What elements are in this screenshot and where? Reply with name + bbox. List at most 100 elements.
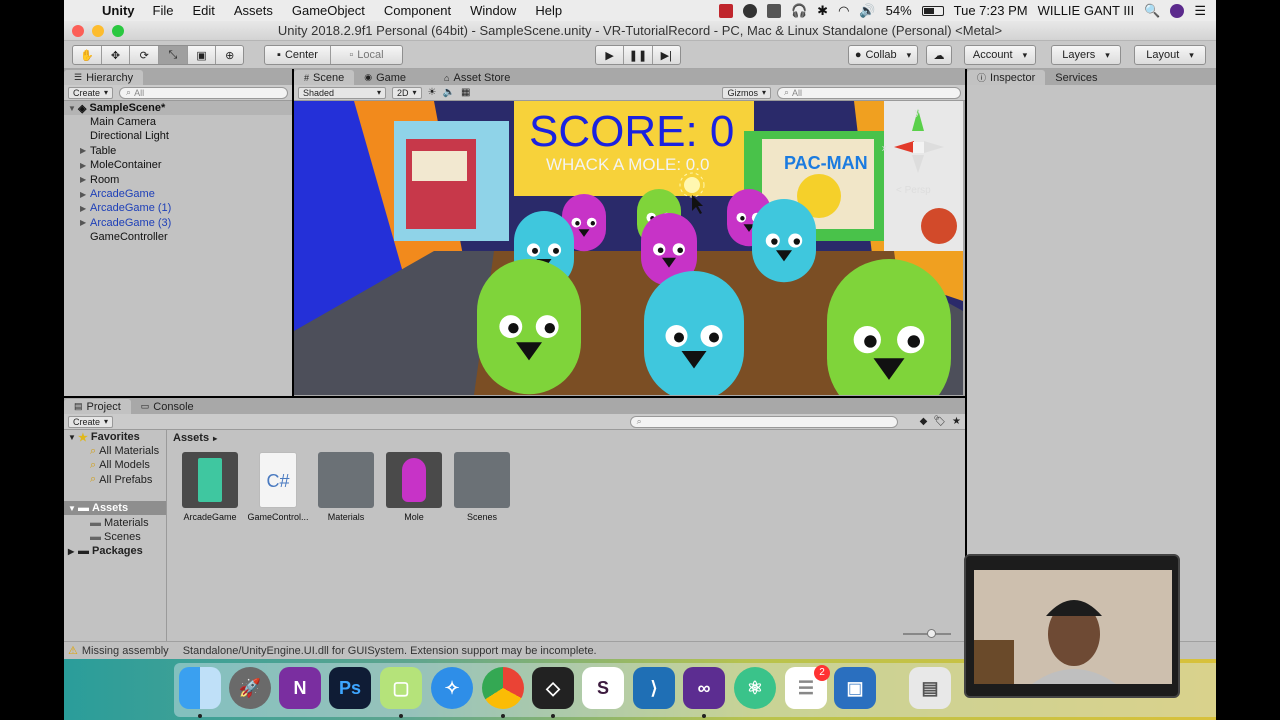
scene-viewport[interactable]: PAC-MAN SCORE: 0 WHACK A MOLE: 0.0 y x <… [294, 101, 963, 395]
persp-label[interactable]: < Persp [896, 185, 931, 196]
battery-icon[interactable] [921, 5, 944, 16]
pause-icon[interactable]: ❚❚ [624, 46, 653, 64]
messages-icon[interactable]: ▢ [380, 667, 422, 709]
asset-subfolder[interactable]: ▬ Materials [64, 516, 166, 530]
menu-file[interactable]: File [153, 3, 174, 18]
asset-subfolder[interactable]: ▬ Scenes [64, 530, 166, 544]
expand-arrow-icon[interactable]: ▶ [80, 175, 90, 184]
layers-dropdown[interactable]: Layers [1051, 45, 1121, 65]
filter-by-type-icon[interactable]: ◆ [920, 416, 928, 427]
tab-services[interactable]: Services [1045, 70, 1107, 85]
hierarchy-item[interactable]: ▶ ArcadeGame [64, 187, 292, 201]
pivot-center-button[interactable]: ▪ Center [265, 46, 331, 64]
record-status-icon[interactable] [718, 3, 733, 18]
hierarchy-item[interactable]: ▶ MoleContainer [64, 158, 292, 172]
asset-item[interactable]: Scenes [446, 452, 518, 522]
hierarchy-search-input[interactable]: ⌕ All [119, 86, 288, 99]
tab-inspector[interactable]: ⓘ Inspector [967, 70, 1046, 85]
hierarchy-item[interactable]: ▶ Table [64, 144, 292, 158]
finder-icon[interactable] [179, 667, 221, 709]
collab-dropdown[interactable]: ● Collab [848, 45, 918, 65]
virtualbox-icon[interactable]: ▣ [834, 667, 876, 709]
play-icon[interactable]: ▶ [596, 46, 625, 64]
close-window-button[interactable] [72, 24, 84, 37]
cloud-services-icon[interactable]: ☁ [926, 45, 952, 65]
zoom-slider-thumb[interactable] [927, 629, 936, 638]
bluetooth-icon[interactable]: ✱ [817, 3, 828, 19]
favorite-item[interactable]: ⌕ All Models [64, 458, 166, 472]
chrome-icon[interactable] [482, 667, 524, 709]
siri-icon[interactable] [1170, 3, 1185, 18]
tab-project[interactable]: ▤ Project [64, 399, 131, 414]
hierarchy-item[interactable]: GameController [64, 230, 292, 244]
tab-scene[interactable]: # Scene [294, 70, 355, 85]
packages-row[interactable]: ▶ ▬ Packages [64, 544, 166, 558]
gizmos-dropdown[interactable]: Gizmos [722, 86, 771, 99]
move-tool-icon[interactable]: ✥ [102, 46, 131, 64]
unity-icon[interactable]: ◇ [532, 667, 574, 709]
rotate-tool-icon[interactable]: ⟳ [130, 46, 160, 64]
account-dropdown[interactable]: Account [964, 45, 1036, 65]
scene-search-input[interactable]: ⌕ All [777, 86, 961, 99]
favorites-row[interactable]: ▼ ★ Favorites [64, 430, 166, 444]
vscode-icon[interactable]: ⟩ [633, 667, 675, 709]
expand-favorites-icon[interactable]: ▼ [68, 433, 78, 442]
photoshop-icon[interactable]: Ps [329, 667, 371, 709]
shading-mode-dropdown[interactable]: Shaded [298, 86, 386, 99]
preview-icon[interactable]: ▤ [909, 667, 951, 709]
status-left[interactable]: Missing assembly [82, 645, 169, 657]
hierarchy-item[interactable]: ▶ Room [64, 173, 292, 187]
layout-dropdown[interactable]: Layout [1134, 45, 1206, 65]
filter-by-label-icon[interactable]: 🏷 [933, 416, 946, 427]
expand-scene-icon[interactable]: ▼ [68, 104, 78, 113]
atom-icon[interactable]: ⚛ [734, 667, 776, 709]
toggle-2d-button[interactable]: 2D [392, 86, 422, 99]
zoom-window-button[interactable] [112, 24, 124, 37]
expand-assets-icon[interactable]: ▼ [68, 504, 78, 513]
menu-window[interactable]: Window [470, 3, 516, 18]
headphones-icon[interactable]: 🎧 [791, 3, 807, 19]
visual-studio-icon[interactable]: ∞ [683, 667, 725, 709]
scene-lighting-icon[interactable]: ☀ [428, 87, 437, 98]
slack-icon[interactable]: S [582, 667, 624, 709]
transform-tool-icon[interactable]: ⊕ [216, 46, 243, 64]
wifi-icon[interactable]: ◠ [838, 3, 849, 19]
tab-console[interactable]: ▭ Console [131, 399, 204, 414]
app-menu-unity[interactable]: Unity [102, 3, 135, 18]
scene-root-row[interactable]: ▼ ◈ SampleScene* [64, 101, 292, 115]
status-message[interactable]: Standalone/UnityEngine.UI.dll for GUISys… [183, 645, 597, 657]
launchpad-icon[interactable]: 🚀 [229, 667, 271, 709]
tab-asset-store[interactable]: ⌂ Asset Store [434, 70, 520, 85]
scene-audio-icon[interactable]: 🔈 [443, 87, 455, 98]
hierarchy-item[interactable]: Directional Light [64, 129, 292, 143]
safari-icon[interactable]: ✧ [431, 667, 473, 709]
scale-tool-icon[interactable]: ⤡ [159, 46, 188, 64]
expand-arrow-icon[interactable]: ▶ [80, 161, 90, 170]
minimize-window-button[interactable] [92, 24, 104, 37]
user-name[interactable]: WILLIE GANT III [1038, 3, 1135, 18]
expand-arrow-icon[interactable]: ▶ [80, 190, 90, 199]
asset-item[interactable]: ArcadeGame [174, 452, 246, 522]
asset-item[interactable]: C# GameControl... [242, 452, 314, 522]
spotlight-search-icon[interactable]: 🔍 [1144, 3, 1160, 19]
asset-item[interactable]: Materials [310, 452, 382, 522]
volume-icon[interactable]: 🔊 [859, 3, 875, 19]
extension-icon[interactable] [766, 3, 781, 18]
project-create-dropdown[interactable]: Create [68, 415, 114, 428]
notification-center-icon[interactable]: ☰ [1194, 3, 1206, 19]
gizmo-center[interactable] [913, 142, 924, 153]
hierarchy-item[interactable]: ▶ ArcadeGame (3) [64, 216, 292, 230]
hierarchy-create-dropdown[interactable]: Create [68, 86, 114, 99]
pivot-local-button[interactable]: ▫ Local [331, 46, 402, 64]
creative-cloud-icon[interactable] [742, 3, 757, 18]
hierarchy-item[interactable]: ▶ ArcadeGame (1) [64, 201, 292, 215]
onenote-icon[interactable]: N [279, 667, 321, 709]
assets-root-row[interactable]: ▼ ▬ Assets [64, 501, 166, 515]
expand-arrow-icon[interactable]: ▶ [80, 218, 90, 227]
expand-arrow-icon[interactable]: ▶ [80, 204, 90, 213]
breadcrumb-assets[interactable]: Assets [173, 432, 209, 444]
favorite-star-icon[interactable]: ★ [952, 416, 961, 427]
asset-item[interactable]: Mole [378, 452, 450, 522]
favorite-item[interactable]: ⌕ All Materials [64, 444, 166, 458]
clock[interactable]: Tue 7:23 PM [954, 3, 1028, 18]
